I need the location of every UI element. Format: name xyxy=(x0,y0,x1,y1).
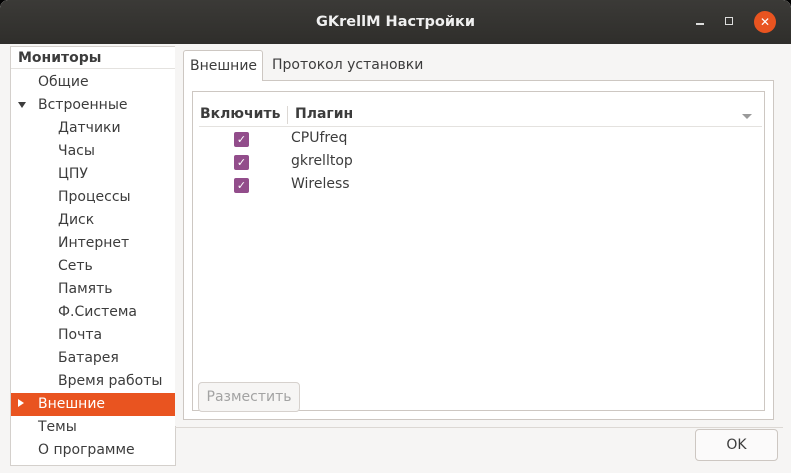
tree-item-label: Ф.Система xyxy=(58,304,137,320)
tree-item[interactable]: Батарея xyxy=(11,347,175,370)
tree-item[interactable]: Внешние xyxy=(11,393,175,416)
plugin-name: gkrelltop xyxy=(291,153,353,169)
tree-item[interactable]: Ф.Система xyxy=(11,301,175,324)
tree-item[interactable]: Память xyxy=(11,278,175,301)
plugin-list-header: Включить Плагин xyxy=(199,104,762,127)
maximize-icon xyxy=(725,17,733,25)
plugin-name: CPUfreq xyxy=(291,130,348,146)
minimize-icon xyxy=(696,23,704,25)
ok-button[interactable]: OK xyxy=(695,429,778,461)
tree-item[interactable]: Встроенные xyxy=(11,94,175,117)
expander-right-icon[interactable] xyxy=(18,399,24,407)
tree-item-label: Диск xyxy=(58,212,95,228)
tree-item-label: Интернет xyxy=(58,235,130,251)
footer-divider xyxy=(175,427,783,428)
plugin-row[interactable]: ✓ gkrelltop xyxy=(199,151,762,174)
tree-item[interactable]: Общие xyxy=(11,71,175,94)
close-icon: ✕ xyxy=(759,15,771,29)
tree-item-label: Часы xyxy=(58,143,95,159)
tree-item[interactable]: ЦПУ xyxy=(11,163,175,186)
tree-item-label: Почта xyxy=(58,327,103,343)
tree-column-header[interactable]: Мониторы xyxy=(11,47,175,69)
tree-item[interactable]: Процессы xyxy=(11,186,175,209)
tree-item[interactable]: Темы xyxy=(11,416,175,439)
tree-item-label: Сеть xyxy=(58,258,93,274)
maximize-button[interactable] xyxy=(719,11,741,33)
title-bar[interactable]: GKrellM Настройки ✕ xyxy=(0,0,791,44)
minimize-button[interactable] xyxy=(689,11,711,33)
tree-item-label: Время работы xyxy=(58,373,163,389)
tree-item-label: Встроенные xyxy=(38,97,128,113)
plugin-column-header[interactable]: Плагин xyxy=(295,106,353,122)
tree-item-label: Общие xyxy=(38,74,89,90)
tree-item[interactable]: О программе xyxy=(11,439,175,462)
plugin-row[interactable]: ✓ Wireless xyxy=(199,174,762,197)
tree-item[interactable]: Диск xyxy=(11,209,175,232)
plugin-row[interactable]: ✓ CPUfreq xyxy=(199,128,762,151)
tree-item-label: Процессы xyxy=(58,189,131,205)
tree-item-label: О программе xyxy=(38,442,135,458)
monitors-tree[interactable]: Мониторы Общие Встроенные Датчики Часы ЦПУ Пр… xyxy=(10,46,176,466)
tree-item-label: Память xyxy=(58,281,113,297)
tree-item[interactable]: Сеть xyxy=(11,255,175,278)
window-title: GKrellM Настройки xyxy=(316,14,475,30)
tree-item-label: Батарея xyxy=(58,350,119,366)
tree-item-label: ЦПУ xyxy=(58,166,88,182)
tab-install-log[interactable]: Протокол установки xyxy=(266,50,429,79)
plugin-list-frame: Включить Плагин ✓ CPUfreq ✓ gkrelltop ✓ Wirel… xyxy=(192,91,765,412)
close-button[interactable]: ✕ xyxy=(754,11,776,33)
tab-page: Включить Плагин ✓ CPUfreq ✓ gkrelltop ✓ Wirel… xyxy=(183,80,774,420)
tree-item[interactable]: Почта xyxy=(11,324,175,347)
plugins-panel: Внешние Протокол установки Включить Плаг… xyxy=(175,46,783,426)
column-separator xyxy=(287,106,288,124)
enable-checkbox[interactable]: ✓ xyxy=(234,132,249,147)
tree-item-label: Темы xyxy=(38,419,77,435)
tree-item-label: Внешние xyxy=(38,396,106,412)
tree-item-label: Датчики xyxy=(58,120,121,136)
sort-arrow-icon xyxy=(742,114,752,119)
enable-column-header[interactable]: Включить xyxy=(200,106,280,122)
tree-item[interactable]: Часы xyxy=(11,140,175,163)
place-button[interactable]: Разместить xyxy=(198,382,300,412)
enable-checkbox[interactable]: ✓ xyxy=(234,155,249,170)
tree-item[interactable]: Время работы xyxy=(11,370,175,393)
preferences-window: GKrellM Настройки ✕ Мониторы Общие Встрое… xyxy=(0,0,791,473)
tree-item[interactable]: Интернет xyxy=(11,232,175,255)
plugin-name: Wireless xyxy=(291,176,350,192)
tab-plugins[interactable]: Внешние xyxy=(183,50,263,81)
enable-checkbox[interactable]: ✓ xyxy=(234,178,249,193)
tree-item[interactable]: Датчики xyxy=(11,117,175,140)
expander-down-icon[interactable] xyxy=(18,102,26,108)
